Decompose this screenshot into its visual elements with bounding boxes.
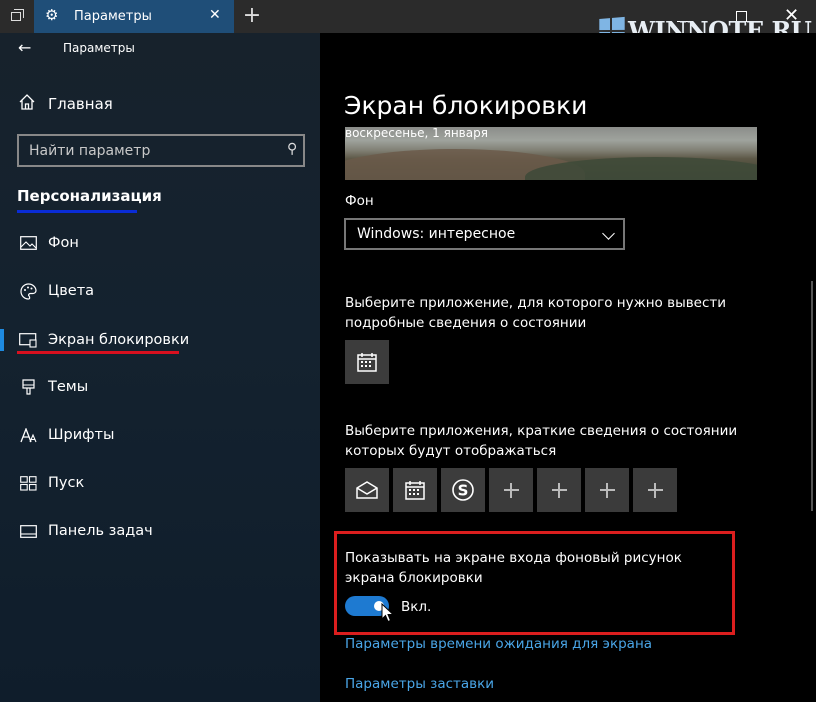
quick-status-mail-button[interactable] [345, 468, 389, 512]
signin-background-text: Показывать на экране входа фоновый рисун… [345, 550, 682, 586]
quick-status-skype-button[interactable]: S [441, 468, 485, 512]
quick-status-add-button[interactable] [585, 468, 629, 512]
search-box[interactable]: ⚲ [17, 134, 305, 167]
picture-icon [18, 233, 38, 253]
app-title: Параметры [63, 41, 135, 55]
sidebar-item-label: Панель задач [48, 523, 153, 539]
sidebar-item-background[interactable]: Фон [18, 232, 79, 254]
sidebar-item-label: Шрифты [48, 427, 115, 443]
sidebar-item-taskbar[interactable]: Панель задач [18, 520, 153, 542]
quick-status-add-button[interactable] [537, 468, 581, 512]
palette-icon [18, 281, 38, 301]
tabs-overview-icon[interactable] [0, 0, 34, 33]
background-select[interactable]: Windows: интересное [344, 218, 625, 250]
background-select-value: Windows: интересное [357, 226, 516, 242]
detailed-status-text: Выберите приложение, для которого нужно … [345, 295, 727, 331]
sidebar-item-start[interactable]: Пуск [18, 472, 84, 494]
lock-screen-preview: воскресенье, 1 января [345, 127, 757, 180]
taskbar-icon [18, 521, 38, 541]
mouse-cursor-icon [381, 603, 394, 623]
sidebar-item-label: Главная [48, 95, 113, 113]
gear-icon: ⚙ [45, 6, 59, 24]
sidebar: ← Параметры Главная ⚲ Персонализация Фон… [0, 33, 320, 702]
quick-status-text: Выберите приложения, краткие сведения о … [345, 423, 738, 459]
selection-indicator [0, 329, 4, 351]
quick-status-calendar-button[interactable] [393, 468, 437, 512]
sidebar-item-label: Экран блокировки [48, 332, 190, 348]
home-icon [18, 93, 38, 115]
sidebar-item-fonts[interactable]: Шрифты [18, 424, 114, 446]
quick-status-add-button[interactable] [489, 468, 533, 512]
back-arrow-icon[interactable]: ← [18, 38, 31, 57]
screen-timeout-link[interactable]: Параметры времени ожидания для экрана [345, 636, 652, 652]
skype-icon: S [452, 479, 474, 501]
section-heading: Персонализация [17, 187, 162, 205]
sidebar-item-colors[interactable]: Цвета [18, 280, 94, 302]
toggle-state-label: Вкл. [401, 599, 432, 615]
sidebar-item-label: Цвета [48, 283, 95, 299]
calendar-icon [405, 481, 425, 500]
quick-status-add-button[interactable] [633, 468, 677, 512]
screensaver-link[interactable]: Параметры заставки [345, 676, 494, 692]
sidebar-item-lock-screen[interactable]: Экран блокировки [18, 329, 189, 351]
mail-icon [356, 481, 378, 499]
main-content: Экран блокировки воскресенье, 1 января Ф… [320, 33, 816, 702]
preview-date: воскресенье, 1 января [345, 127, 488, 140]
sidebar-item-themes[interactable]: Темы [18, 376, 88, 398]
detailed-status-app-button[interactable] [345, 340, 389, 384]
start-icon [18, 473, 38, 493]
sidebar-item-home[interactable]: Главная [18, 93, 113, 115]
sidebar-item-label: Пуск [48, 475, 85, 491]
background-label: Фон [345, 193, 374, 209]
page-title: Экран блокировки [344, 91, 588, 120]
svg-text:S: S [458, 482, 469, 500]
lock-screen-icon [18, 330, 38, 350]
search-icon[interactable]: ⚲ [287, 141, 297, 157]
sidebar-item-label: Темы [48, 379, 89, 395]
sidebar-item-label: Фон [48, 235, 79, 251]
brush-icon [18, 377, 38, 397]
tab-close-icon[interactable]: ✕ [209, 7, 221, 23]
chevron-down-icon [602, 227, 615, 240]
scrollbar[interactable] [811, 281, 813, 511]
font-icon [18, 425, 38, 445]
red-underline-annotation [17, 351, 179, 354]
tab-settings[interactable]: ⚙ Параметры ✕ [34, 0, 234, 33]
search-input[interactable] [19, 136, 269, 165]
calendar-icon [357, 353, 377, 372]
tab-title: Параметры [74, 9, 152, 24]
blue-underline-annotation [17, 210, 137, 213]
new-tab-button[interactable]: + [236, 3, 268, 31]
